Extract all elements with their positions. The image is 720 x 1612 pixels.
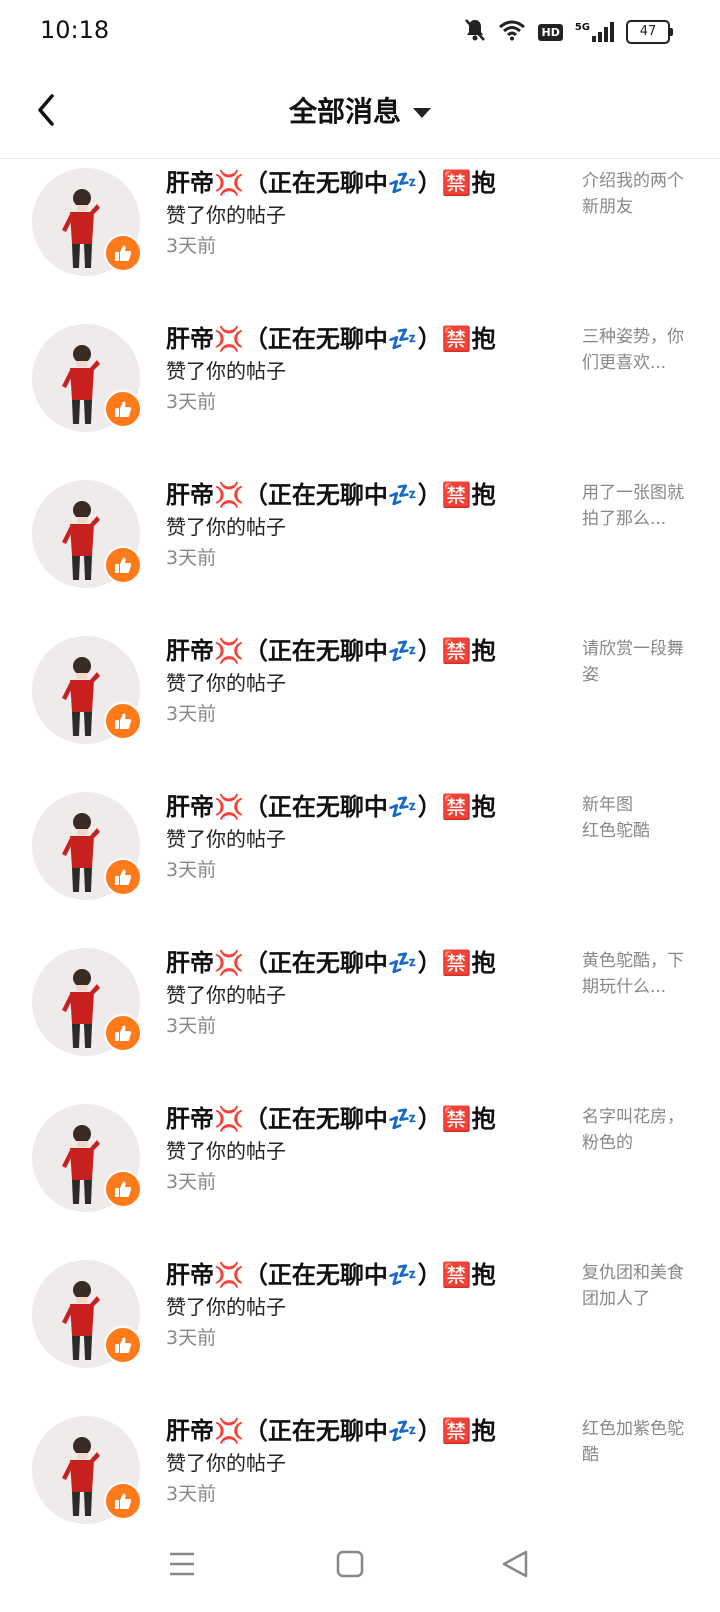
- system-back-button[interactable]: [496, 1544, 536, 1584]
- like-badge: [104, 1326, 142, 1364]
- post-preview[interactable]: 三种姿势，你们更喜欢...: [582, 324, 690, 376]
- like-badge: [104, 1014, 142, 1052]
- sender-name[interactable]: 肝帝💢（正在无聊中💤）🈲抱: [166, 1414, 556, 1448]
- message-item[interactable]: 肝帝💢（正在无聊中💤）🈲抱赞了你的帖子 3天前 新年图 红色鸵酷: [0, 784, 720, 940]
- message-action-text: 赞了你的帖子: [166, 827, 286, 851]
- message-time: 3天前: [166, 1483, 217, 1505]
- sender-name[interactable]: 肝帝💢（正在无聊中💤）🈲抱: [166, 790, 556, 824]
- sender-name[interactable]: 肝帝💢（正在无聊中💤）🈲抱: [166, 322, 556, 356]
- thumbs-up-icon: [115, 557, 132, 573]
- sender-name[interactable]: 肝帝💢（正在无聊中💤）🈲抱: [166, 1258, 556, 1292]
- message-item[interactable]: 肝帝💢（正在无聊中💤）🈲抱赞了你的帖子 3天前 请欣赏一段舞姿: [0, 628, 720, 784]
- message-time: 3天前: [166, 391, 217, 413]
- post-preview[interactable]: 介绍我的两个新朋友: [582, 168, 690, 220]
- post-preview[interactable]: 请欣赏一段舞姿: [582, 636, 690, 688]
- like-badge: [104, 546, 142, 584]
- sender-name[interactable]: 肝帝💢（正在无聊中💤）🈲抱: [166, 1102, 556, 1136]
- thumbs-up-icon: [115, 1025, 132, 1041]
- wifi-icon: [498, 19, 526, 45]
- status-time: 10:18: [40, 16, 110, 44]
- home-icon: [336, 1550, 364, 1578]
- message-action-text: 赞了你的帖子: [166, 203, 286, 227]
- like-badge: [104, 1482, 142, 1520]
- message-time: 3天前: [166, 235, 217, 257]
- network-label: 5G: [574, 22, 590, 33]
- message-action-text: 赞了你的帖子: [166, 1295, 286, 1319]
- post-preview[interactable]: 新年图 红色鸵酷: [582, 792, 690, 844]
- post-preview[interactable]: 红色加紫色鸵酷: [582, 1416, 690, 1468]
- menu-icon: [170, 1552, 194, 1576]
- post-preview[interactable]: 用了一张图就拍了那么...: [582, 480, 690, 532]
- thumbs-up-icon: [115, 1181, 132, 1197]
- mute-bell-icon: [464, 18, 486, 46]
- thumbs-up-icon: [115, 869, 132, 885]
- sender-name[interactable]: 肝帝💢（正在无聊中💤）🈲抱: [166, 478, 556, 512]
- message-filter-dropdown[interactable]: 全部消息: [0, 90, 720, 130]
- message-body: 肝帝💢（正在无聊中💤）🈲抱赞了你的帖子 3天前: [166, 322, 556, 418]
- status-bar: 10:18 HD 5G 47: [0, 0, 720, 66]
- message-item[interactable]: 肝帝💢（正在无聊中💤）🈲抱赞了你的帖子 3天前 用了一张图就拍了那么...: [0, 472, 720, 628]
- header: 全部消息: [0, 66, 720, 159]
- thumbs-up-icon: [115, 401, 132, 417]
- message-item[interactable]: 肝帝💢（正在无聊中💤）🈲抱赞了你的帖子 3天前 介绍我的两个新朋友: [0, 160, 720, 316]
- thumbs-up-icon: [115, 1493, 132, 1509]
- message-body: 肝帝💢（正在无聊中💤）🈲抱赞了你的帖子 3天前: [166, 634, 556, 730]
- message-time: 3天前: [166, 547, 217, 569]
- message-action-text: 赞了你的帖子: [166, 1451, 286, 1475]
- message-item[interactable]: 肝帝💢（正在无聊中💤）🈲抱赞了你的帖子 3天前 名字叫花房，粉色的: [0, 1096, 720, 1252]
- post-preview[interactable]: 黄色鸵酷，下期玩什么...: [582, 948, 690, 1000]
- sender-name[interactable]: 肝帝💢（正在无聊中💤）🈲抱: [166, 634, 556, 668]
- back-icon: [502, 1550, 528, 1578]
- message-time: 3天前: [166, 1015, 217, 1037]
- message-action-text: 赞了你的帖子: [166, 1139, 286, 1163]
- message-body: 肝帝💢（正在无聊中💤）🈲抱赞了你的帖子 3天前: [166, 1102, 556, 1198]
- message-item[interactable]: 肝帝💢（正在无聊中💤）🈲抱赞了你的帖子 3天前 三种姿势，你们更喜欢...: [0, 316, 720, 472]
- thumbs-up-icon: [115, 245, 132, 261]
- message-body: 肝帝💢（正在无聊中💤）🈲抱赞了你的帖子 3天前: [166, 478, 556, 574]
- message-body: 肝帝💢（正在无聊中💤）🈲抱赞了你的帖子 3天前: [166, 1258, 556, 1354]
- like-badge: [104, 858, 142, 896]
- battery-level: 47: [639, 24, 657, 39]
- thumbs-up-icon: [115, 1337, 132, 1353]
- status-icons: HD 5G 47: [464, 18, 673, 46]
- message-body: 肝帝💢（正在无聊中💤）🈲抱赞了你的帖子 3天前: [166, 790, 556, 886]
- system-nav-bar: [0, 1530, 720, 1612]
- battery-icon: 47: [626, 20, 673, 44]
- sender-name[interactable]: 肝帝💢（正在无聊中💤）🈲抱: [166, 166, 556, 200]
- message-action-text: 赞了你的帖子: [166, 983, 286, 1007]
- message-action-text: 赞了你的帖子: [166, 671, 286, 695]
- message-item[interactable]: 肝帝💢（正在无聊中💤）🈲抱赞了你的帖子 3天前 复仇团和美食团加人了: [0, 1252, 720, 1408]
- thumbs-up-icon: [115, 713, 132, 729]
- message-body: 肝帝💢（正在无聊中💤）🈲抱赞了你的帖子 3天前: [166, 1414, 556, 1510]
- message-body: 肝帝💢（正在无聊中💤）🈲抱赞了你的帖子 3天前: [166, 946, 556, 1042]
- like-badge: [104, 234, 142, 272]
- like-badge: [104, 390, 142, 428]
- sender-name[interactable]: 肝帝💢（正在无聊中💤）🈲抱: [166, 946, 556, 980]
- post-preview[interactable]: 名字叫花房，粉色的: [582, 1104, 690, 1156]
- message-item[interactable]: 肝帝💢（正在无聊中💤）🈲抱赞了你的帖子 3天前 黄色鸵酷，下期玩什么...: [0, 940, 720, 1096]
- page-title: 全部消息: [288, 95, 401, 128]
- message-time: 3天前: [166, 703, 217, 725]
- message-time: 3天前: [166, 1327, 217, 1349]
- caret-down-icon: [413, 108, 431, 118]
- message-time: 3天前: [166, 859, 217, 881]
- message-body: 肝帝💢（正在无聊中💤）🈲抱赞了你的帖子 3天前: [166, 166, 556, 262]
- like-badge: [104, 702, 142, 740]
- message-list: 肝帝💢（正在无聊中💤）🈲抱 赞了你的帖子 3天前 介绍我的两个新朋友 肝帝💢（正在无聊中…: [0, 160, 720, 1564]
- home-button[interactable]: [330, 1544, 370, 1584]
- message-action-text: 赞了你的帖子: [166, 359, 286, 383]
- post-preview[interactable]: 复仇团和美食团加人了: [582, 1260, 690, 1312]
- message-action-text: 赞了你的帖子: [166, 515, 286, 539]
- hd-icon: HD: [538, 23, 563, 41]
- signal-5g-icon: 5G: [575, 22, 614, 42]
- like-badge: [104, 1170, 142, 1208]
- menu-button[interactable]: [162, 1544, 202, 1584]
- message-time: 3天前: [166, 1171, 217, 1193]
